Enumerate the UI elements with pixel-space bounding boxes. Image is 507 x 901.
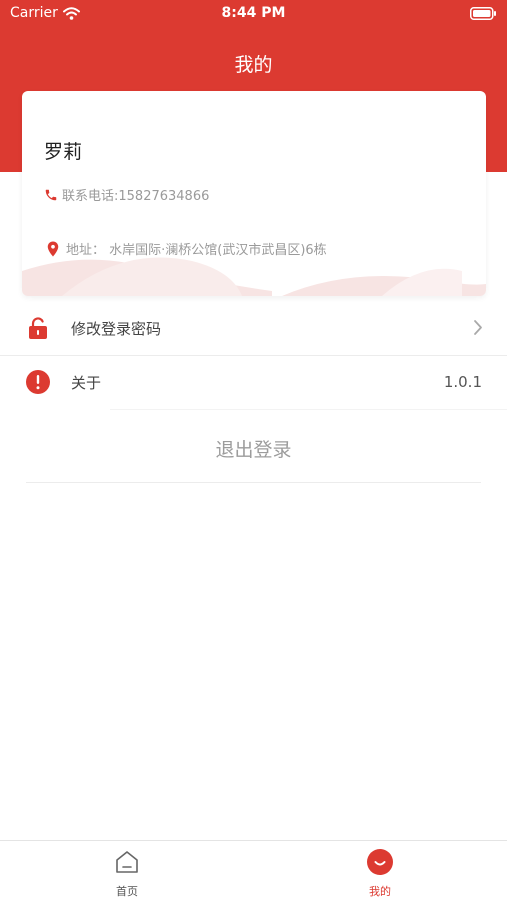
chevron-right-icon xyxy=(474,320,482,335)
address-row: 地址： 水岸国际·澜桥公馆(武汉市武昌区)6栋 xyxy=(44,239,327,258)
phone-icon xyxy=(45,189,57,200)
tab-bar: 首页 我的 xyxy=(0,840,507,901)
profile-card: 罗莉 联系电话:15827634866 地址： 水岸国际·澜桥公馆(武汉市武昌区… xyxy=(22,91,486,296)
info-icon xyxy=(26,370,50,394)
user-name: 罗莉 xyxy=(44,141,83,163)
version-value: 1.0.1 xyxy=(443,373,482,391)
phone-row: 联系电话:15827634866 xyxy=(44,185,209,204)
battery-icon xyxy=(470,7,497,24)
tab-home[interactable]: 首页 xyxy=(87,849,167,899)
address-text: 地址： 水岸国际·澜桥公馆(武汉市武昌区)6栋 xyxy=(66,243,327,258)
change-password-label: 修改登录密码 xyxy=(71,319,162,338)
status-time: 8:44 PM xyxy=(221,5,286,21)
lock-icon xyxy=(29,317,47,339)
status-bar: Carrier 8:44 PM xyxy=(0,0,507,28)
divider xyxy=(110,409,507,410)
tab-mine[interactable]: 我的 xyxy=(340,849,420,899)
home-icon xyxy=(116,851,138,873)
phone-text: 联系电话:15827634866 xyxy=(62,189,210,204)
logout-button[interactable]: 退出登录 xyxy=(26,418,481,478)
change-password-row[interactable]: 修改登录密码 xyxy=(0,301,507,355)
about-row[interactable]: 关于 1.0.1 xyxy=(0,355,507,409)
tab-home-label: 首页 xyxy=(116,885,138,898)
about-label: 关于 xyxy=(71,373,102,392)
location-pin-icon xyxy=(47,241,59,256)
page-title: 我的 xyxy=(234,54,273,76)
mine-smile-icon xyxy=(367,849,393,875)
card-wave-decoration xyxy=(22,257,486,296)
divider xyxy=(26,482,481,483)
tab-mine-label: 我的 xyxy=(369,885,391,898)
